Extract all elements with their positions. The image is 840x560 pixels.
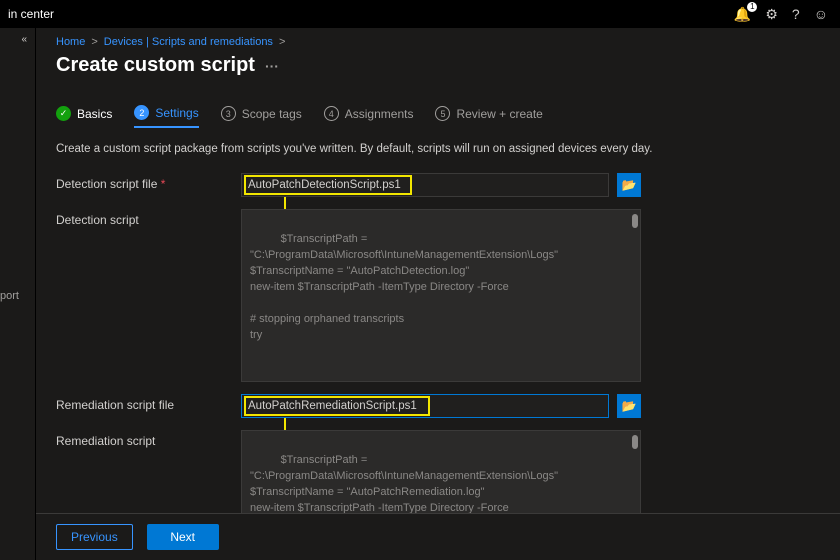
main-content: Home > Devices | Scripts and remediation…	[36, 28, 840, 560]
previous-button[interactable]: Previous	[56, 524, 133, 550]
detection-script-preview[interactable]: $TranscriptPath = "C:\ProgramData\Micros…	[241, 209, 641, 382]
browse-icon[interactable]: 📂	[617, 173, 641, 197]
more-actions-icon[interactable]: ···	[265, 58, 279, 74]
breadcrumb-devices[interactable]: Devices | Scripts and remediations	[104, 36, 273, 48]
page-title-text: Create custom script	[56, 54, 255, 77]
next-button[interactable]: Next	[147, 524, 219, 550]
page-title: Create custom script ···	[56, 54, 820, 77]
sidebar-partial-label: port	[0, 290, 19, 302]
scrollbar-thumb[interactable]	[632, 214, 638, 228]
step-review[interactable]: 5 Review + create	[435, 106, 542, 127]
wizard-steps: ✓ Basics 2 Settings 3 Scope tags 4 Assig…	[56, 105, 820, 129]
step-label: Basics	[77, 107, 112, 121]
breadcrumb-sep: >	[91, 36, 97, 48]
remediation-script-label: Remediation script	[56, 430, 241, 448]
help-icon[interactable]: ?	[792, 6, 800, 22]
detection-file-label: Detection script file *	[56, 173, 241, 191]
settings-icon[interactable]: ⚙	[765, 6, 778, 23]
step-check-icon: ✓	[56, 106, 71, 121]
step-settings[interactable]: 2 Settings	[134, 105, 198, 128]
step-scope-tags[interactable]: 3 Scope tags	[221, 106, 302, 127]
step-description: Create a custom script package from scri…	[56, 143, 820, 155]
step-label: Review + create	[456, 107, 542, 121]
step-number-icon: 3	[221, 106, 236, 121]
notifications-icon[interactable]: 🔔 1	[734, 6, 751, 23]
feedback-icon[interactable]: ☺	[814, 6, 828, 22]
top-bar: in center 🔔 1 ⚙ ? ☺	[0, 0, 840, 28]
app-title: in center	[8, 7, 54, 21]
sidebar-collapse-toggle[interactable]: «	[21, 34, 35, 45]
breadcrumb-home[interactable]: Home	[56, 36, 85, 48]
step-number-icon: 5	[435, 106, 450, 121]
breadcrumb: Home > Devices | Scripts and remediation…	[56, 36, 820, 48]
step-label: Settings	[155, 106, 198, 120]
notification-badge: 1	[747, 2, 757, 12]
scrollbar-thumb[interactable]	[632, 435, 638, 449]
step-label: Assignments	[345, 107, 414, 121]
browse-icon[interactable]: 📂	[617, 394, 641, 418]
detection-file-input[interactable]	[242, 179, 608, 191]
step-assignments[interactable]: 4 Assignments	[324, 106, 414, 127]
step-label: Scope tags	[242, 107, 302, 121]
breadcrumb-sep: >	[279, 36, 285, 48]
wizard-footer: Previous Next	[36, 513, 840, 560]
step-basics[interactable]: ✓ Basics	[56, 106, 112, 127]
detection-script-label: Detection script	[56, 209, 241, 227]
remediation-file-label: Remediation script file	[56, 394, 241, 412]
remediation-file-input[interactable]	[242, 400, 608, 412]
sidebar-collapsed: « port	[0, 28, 36, 560]
step-number-icon: 2	[134, 105, 149, 120]
step-number-icon: 4	[324, 106, 339, 121]
